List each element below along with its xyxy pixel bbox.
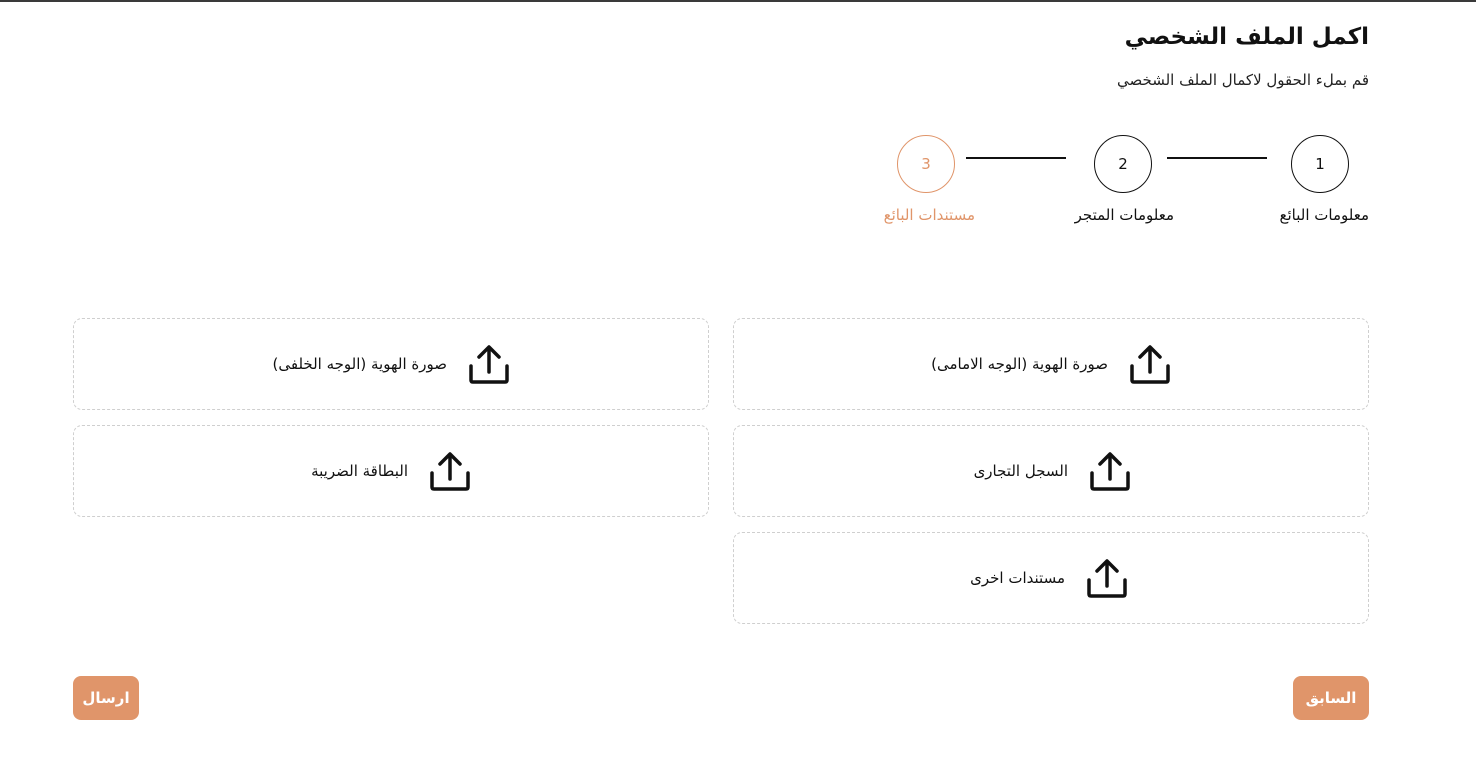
upload-id-front[interactable]: صورة الهوية (الوجه الامامى): [733, 318, 1369, 410]
upload-other-documents-label: مستندات اخرى: [970, 569, 1065, 587]
page-subtitle: قم بملء الحقول لاكمال الملف الشخصي: [1117, 71, 1369, 89]
previous-button[interactable]: السابق: [1293, 676, 1369, 720]
submit-button[interactable]: ارسال: [73, 676, 139, 720]
upload-other-documents[interactable]: مستندات اخرى: [733, 532, 1369, 624]
upload-commercial-register-label: السجل التجارى: [973, 462, 1068, 480]
upload-id-back-label: صورة الهوية (الوجه الخلفى): [272, 355, 448, 373]
upload-id-back[interactable]: صورة الهوية (الوجه الخلفى): [73, 318, 709, 410]
step-connector-1-2: [1167, 157, 1267, 159]
upload-icon: [430, 452, 470, 491]
upload-id-front-label: صورة الهوية (الوجه الامامى): [931, 355, 1108, 373]
upload-icon: [1090, 452, 1130, 491]
step-3-label: مستندات البائع: [883, 206, 975, 224]
step-1-circle[interactable]: 1: [1291, 135, 1349, 193]
top-border: [0, 0, 1476, 2]
page-title: اكمل الملف الشخصي: [1124, 24, 1369, 50]
step-2-label: معلومات المتجر: [1074, 206, 1174, 224]
upload-tax-card[interactable]: البطاقة الضريبة: [73, 425, 709, 517]
step-2-circle[interactable]: 2: [1094, 135, 1152, 193]
step-1-label: معلومات البائع: [1279, 206, 1369, 224]
upload-tax-card-label: البطاقة الضريبة: [311, 462, 408, 480]
upload-icon: [1130, 345, 1170, 384]
step-3-circle[interactable]: 3: [897, 135, 955, 193]
step-connector-2-3: [966, 157, 1066, 159]
upload-icon: [1087, 559, 1127, 598]
upload-commercial-register[interactable]: السجل التجارى: [733, 425, 1369, 517]
upload-icon: [469, 345, 509, 384]
